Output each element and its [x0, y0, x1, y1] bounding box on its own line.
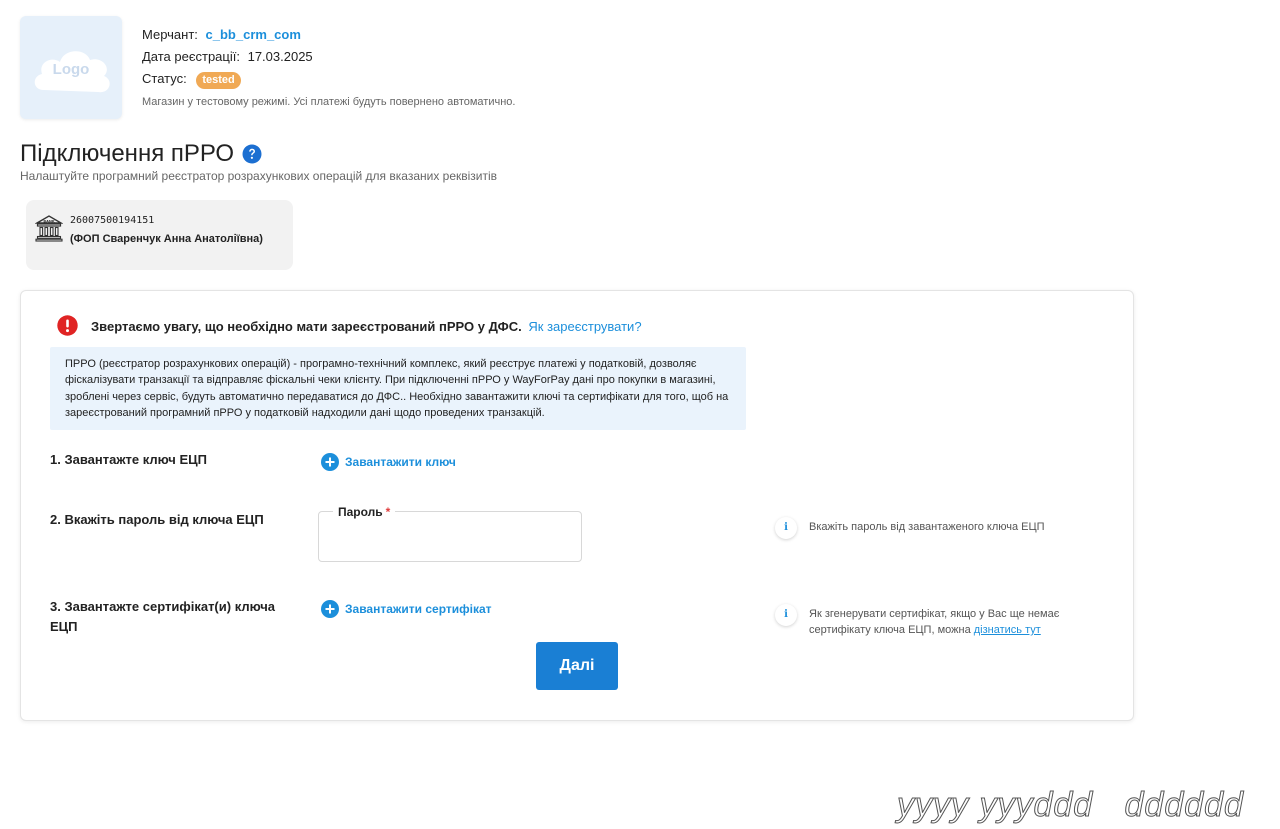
password-label: Пароль * [333, 505, 396, 519]
question-circle-icon[interactable] [242, 144, 262, 164]
bank-account-number: 26007500194151 [70, 215, 155, 226]
plus-circle-icon [321, 453, 339, 471]
logo-text: Logo [52, 61, 90, 78]
step1-label: 1. Завантажте ключ ЕЦП [50, 452, 207, 467]
warning-text: Звертаємо увагу, що необхідно мати зареє… [91, 319, 522, 334]
bank-building-icon: BANK [35, 215, 63, 242]
password-field[interactable]: Пароль * [318, 505, 582, 562]
upload-key-label: Завантажити ключ [345, 455, 456, 469]
upload-certificate-label: Завантажити сертифікат [345, 602, 492, 616]
merchant-logo: Logo [20, 16, 122, 119]
bank-account-owner: (ФОП Сваренчук Анна Анатоліївна) [70, 233, 263, 245]
merchant-test-mode-note: Магазин у тестовому режимі. Усі платежі … [142, 96, 516, 108]
warning-message: Звертаємо увагу, що необхідно мати зареє… [91, 319, 642, 334]
certificate-hint: Як згенерувати сертифікат, якщо у Вас ще… [809, 608, 1060, 636]
page-subtitle: Налаштуйте програмний реєстратор розраху… [20, 169, 498, 183]
page-title-text: Підключення пРРО [20, 140, 235, 167]
prro-info-box: ПРРО (реєстратор розрахункових операцій)… [50, 347, 746, 430]
page-title: Підключення пРРО [20, 140, 262, 168]
info-icon: i [775, 517, 797, 539]
merchant-info: Мерчант: c_bb_crm_com Дата реєстрації: 1… [142, 24, 515, 113]
how-to-register-link[interactable]: Як зареєструвати? [528, 319, 641, 334]
exclamation-circle-icon [57, 315, 78, 336]
next-button[interactable]: Далі [536, 642, 618, 690]
watermark-text: yyyy yyyddd dddddd [897, 786, 1244, 825]
learn-here-link[interactable]: дізнатись тут [974, 624, 1041, 636]
registration-date-value: 17.03.2025 [247, 49, 313, 64]
step3-label: 3. Завантажте сертифікат(и) ключа ЕЦП [50, 599, 275, 634]
status-badge: tested [196, 72, 241, 89]
required-marker: * [385, 505, 391, 519]
upload-certificate-button[interactable]: Завантажити сертифікат [321, 600, 492, 618]
upload-key-button[interactable]: Завантажити ключ [321, 453, 456, 471]
info-icon: i [775, 604, 797, 626]
password-input[interactable] [329, 526, 569, 554]
plus-circle-icon [321, 600, 339, 618]
merchant-name-label: Мерчант: [142, 27, 198, 42]
password-hint: Вкажіть пароль від завантаженого ключа Е… [809, 521, 1045, 533]
registration-date-label: Дата реєстрації: [142, 49, 240, 64]
status-label: Статус: [142, 71, 187, 86]
svg-text:BANK: BANK [43, 220, 55, 224]
step2-label: 2. Вкажіть пароль від ключа ЕЦП [50, 512, 264, 527]
merchant-name-link[interactable]: c_bb_crm_com [206, 27, 301, 42]
